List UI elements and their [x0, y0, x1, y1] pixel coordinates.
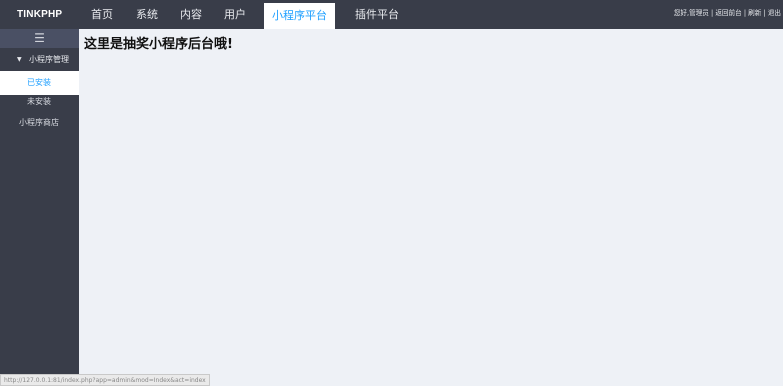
user-links-separator: | — [763, 9, 766, 17]
sidebar-group-label: 小程序管理 — [29, 55, 69, 64]
nav-tab-miniprogram-platform[interactable]: 小程序平台 — [264, 3, 335, 29]
back-to-frontend-link[interactable]: 返回前台 — [715, 9, 741, 17]
sidebar-group-miniprogram-management[interactable]: ▼ 小程序管理 — [0, 48, 79, 71]
main-content: 这里是抽奖小程序后台哦! — [79, 29, 783, 386]
nav-tab-users[interactable]: 用户 — [213, 0, 257, 29]
refresh-link[interactable]: 刷新 — [748, 9, 761, 17]
sidebar-toggle-button[interactable]: ☰ — [0, 29, 79, 48]
browser-status-url: http://127.0.0.1:81/index.php?app=admin&… — [0, 374, 210, 386]
user-links-separator: | — [743, 9, 747, 17]
nav-tab-system[interactable]: 系统 — [125, 0, 169, 29]
user-links-separator: | — [711, 9, 714, 17]
app-logo[interactable]: TINKPHP — [17, 0, 62, 29]
top-navbar: TINKPHP 首页 系统 内容 用户 小程序平台 插件平台 您好,管理员 | … — [0, 0, 783, 29]
page-heading: 这里是抽奖小程序后台哦! — [84, 37, 233, 52]
nav-tab-content[interactable]: 内容 — [169, 0, 213, 29]
sidebar: ☰ ▼ 小程序管理 已安装 未安装 小程序商店 — [0, 29, 79, 386]
user-greeting: 您好,管理员 — [673, 9, 709, 17]
menu-icon: ☰ — [34, 31, 45, 45]
user-links: 您好,管理员 | 返回前台 | 刷新 | 退出 — [674, 0, 781, 29]
caret-down-icon: ▼ — [17, 56, 22, 63]
nav-tab-plugin-platform[interactable]: 插件平台 — [344, 0, 410, 29]
logout-link[interactable]: 退出 — [768, 9, 781, 17]
nav-tab-home[interactable]: 首页 — [79, 0, 125, 29]
sidebar-item-miniprogram-store[interactable]: 小程序商店 — [0, 111, 79, 135]
